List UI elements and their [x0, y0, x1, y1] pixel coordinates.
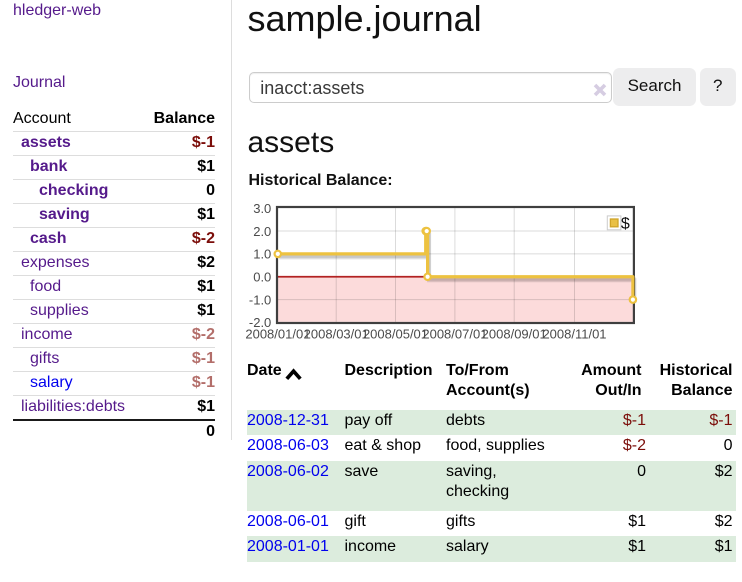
svg-text:2008/11/01: 2008/11/01: [542, 326, 606, 341]
svg-text:2.0: 2.0: [253, 224, 271, 239]
svg-text:-1.0: -1.0: [249, 292, 271, 307]
svg-text:2008/05/01: 2008/05/01: [363, 326, 428, 341]
svg-text:$: $: [621, 215, 630, 232]
svg-text:2008/09/01: 2008/09/01: [482, 326, 547, 341]
svg-text:1.0: 1.0: [253, 247, 271, 262]
svg-text:3.0: 3.0: [253, 201, 271, 216]
svg-text:2008/01/01: 2008/01/01: [245, 326, 310, 341]
svg-text:2008/03/01: 2008/03/01: [304, 326, 369, 341]
svg-text:0.0: 0.0: [253, 269, 271, 284]
svg-text:2008/07/01: 2008/07/01: [422, 326, 487, 341]
